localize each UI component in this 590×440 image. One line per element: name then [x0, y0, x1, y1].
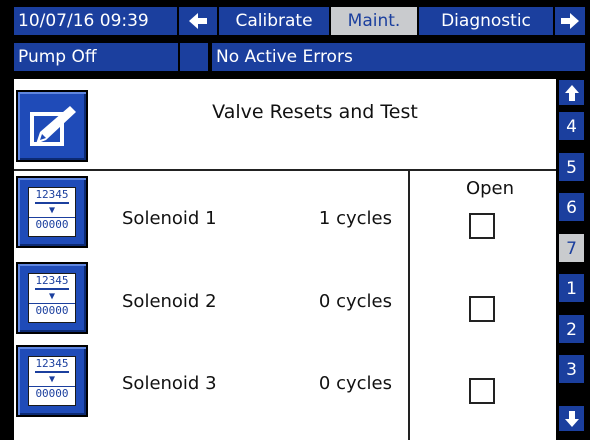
solenoid-2-cycles: 0 cycles: [318, 291, 392, 312]
nav-right-button[interactable]: [555, 7, 585, 35]
edit-button[interactable]: [16, 90, 88, 162]
column-divider: [408, 171, 410, 440]
reset-counter-button-3[interactable]: 12345 ▼ 00000: [16, 345, 88, 417]
status-spacer: [180, 43, 208, 71]
nav-left-button[interactable]: [179, 7, 217, 35]
up-arrow-icon: [564, 84, 579, 101]
sidebar-page-7[interactable]: 7: [558, 233, 585, 263]
sidebar-page-3[interactable]: 3: [558, 354, 585, 384]
pump-status: Pump Off: [14, 43, 178, 71]
counter-reset-icon: 12345 ▼ 00000: [28, 356, 76, 406]
sidebar-page-4[interactable]: 4: [558, 111, 585, 141]
right-arrow-icon: [561, 13, 579, 29]
scroll-up-button[interactable]: [558, 79, 585, 106]
sidebar-page-5[interactable]: 5: [558, 152, 585, 182]
solenoid-2-label: Solenoid 2: [122, 291, 217, 312]
reset-counter-button-1[interactable]: 12345 ▼ 00000: [16, 176, 88, 248]
sidebar-page-6[interactable]: 6: [558, 192, 585, 222]
open-column-header: Open: [465, 178, 515, 199]
tab-calibrate[interactable]: Calibrate: [219, 7, 329, 35]
tab-maint[interactable]: Maint.: [331, 7, 417, 35]
counter-reset-icon: 12345 ▼ 00000: [28, 273, 76, 323]
solenoid-3-open-checkbox[interactable]: [469, 378, 495, 404]
counter-reset-icon: 12345 ▼ 00000: [28, 187, 76, 237]
sidebar-page-2[interactable]: 2: [558, 314, 585, 344]
solenoid-1-open-checkbox[interactable]: [469, 213, 495, 239]
solenoid-1-cycles: 1 cycles: [318, 208, 392, 229]
divider: [14, 169, 556, 171]
error-status: No Active Errors: [212, 43, 585, 71]
sidebar-page-1[interactable]: 1: [558, 273, 585, 303]
left-arrow-icon: [189, 13, 207, 29]
solenoid-3-cycles: 0 cycles: [318, 373, 392, 394]
solenoid-3-label: Solenoid 3: [122, 373, 217, 394]
solenoid-1-label: Solenoid 1: [122, 208, 217, 229]
tab-diagnostic[interactable]: Diagnostic: [419, 7, 553, 35]
down-arrow-icon: [564, 410, 579, 427]
edit-pencil-icon: [30, 106, 76, 146]
datetime: 10/07/16 09:39: [14, 7, 177, 35]
page-title: Valve Resets and Test: [212, 101, 418, 123]
scroll-down-button[interactable]: [558, 405, 585, 432]
reset-counter-button-2[interactable]: 12345 ▼ 00000: [16, 262, 88, 334]
solenoid-2-open-checkbox[interactable]: [469, 296, 495, 322]
